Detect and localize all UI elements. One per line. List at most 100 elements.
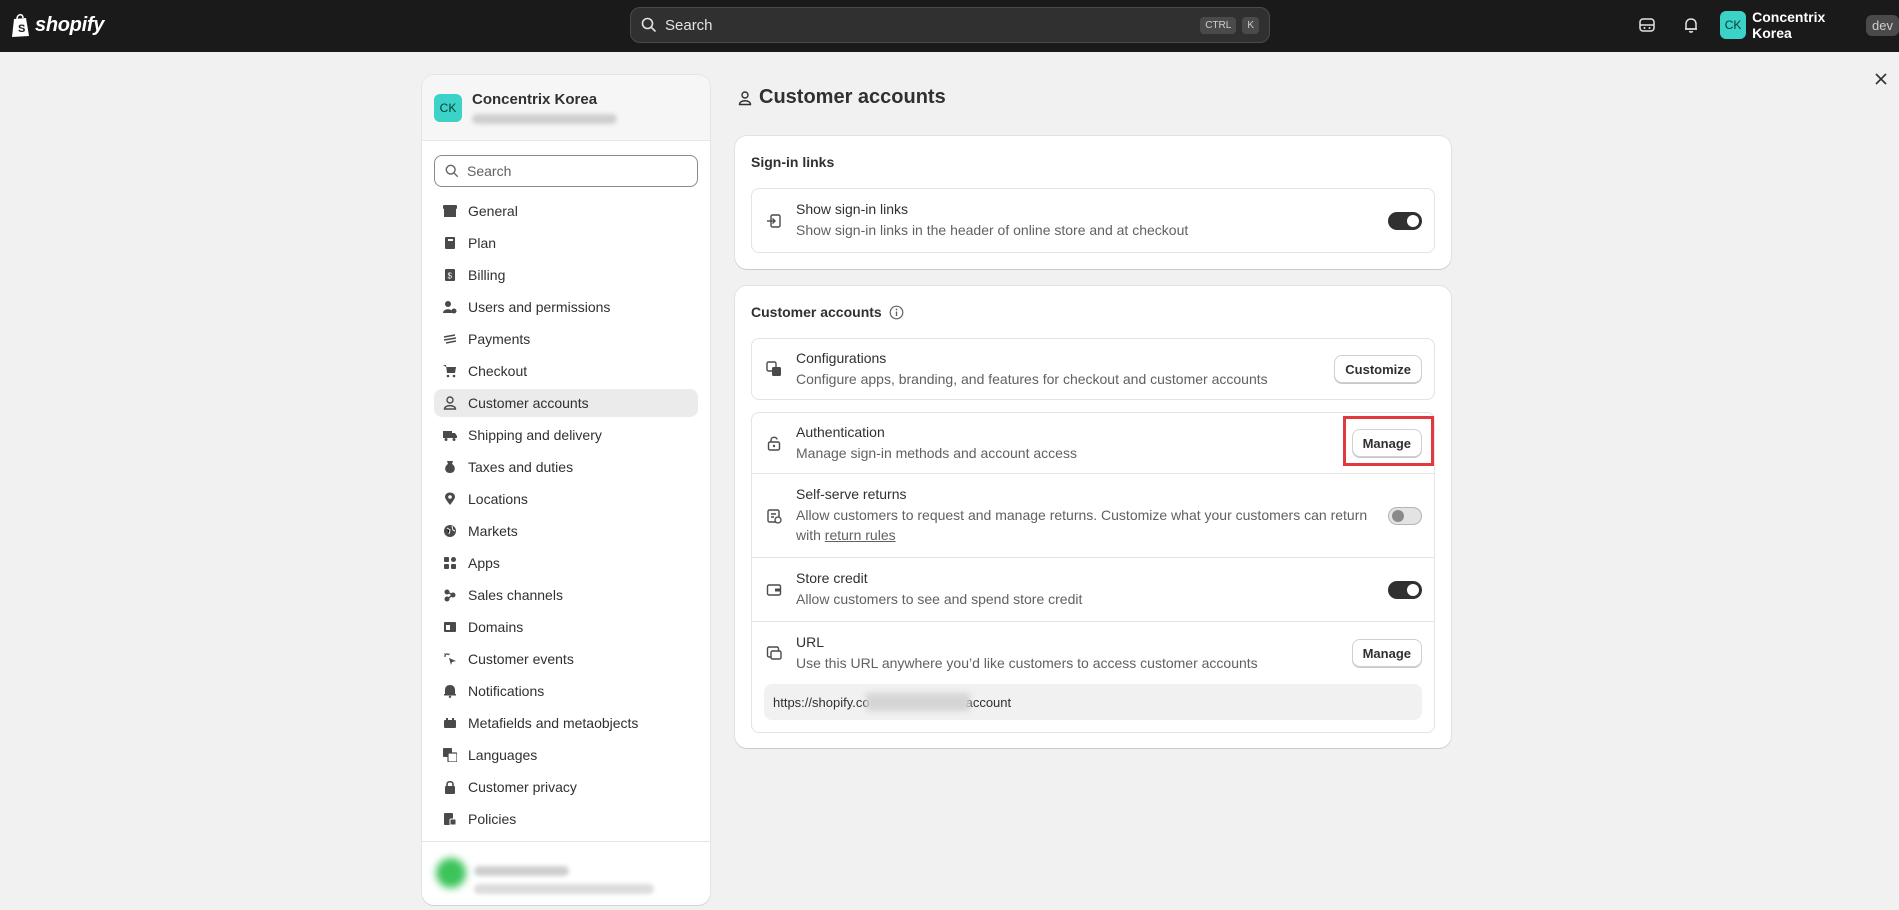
- sidebar-item-markets[interactable]: Markets: [434, 517, 698, 545]
- url-row: URL Use this URL anywhere you’d like cus…: [752, 622, 1434, 684]
- metafields-icon: [442, 715, 458, 731]
- account-settings-box: Authentication Manage sign-in methods an…: [751, 412, 1435, 733]
- person-icon: [738, 90, 752, 105]
- tax-icon: [442, 459, 458, 475]
- sidekick-icon[interactable]: [1636, 14, 1658, 36]
- sidebar-item-users[interactable]: Users and permissions: [434, 293, 698, 321]
- policies-icon: [442, 811, 458, 827]
- sidebar-item-label: Checkout: [468, 363, 528, 379]
- sidebar-item-payments[interactable]: Payments: [434, 325, 698, 353]
- url-suffix: account: [965, 694, 1012, 710]
- channels-icon: [442, 587, 458, 603]
- settings-sidebar: CK Concentrix Korea Search General Plan …: [422, 75, 710, 905]
- store-credit-toggle[interactable]: [1388, 580, 1422, 599]
- sidebar-item-customer-privacy[interactable]: Customer privacy: [434, 773, 698, 801]
- sidebar-item-label: Payments: [468, 331, 531, 347]
- sidebar-item-label: General: [468, 203, 518, 219]
- row-description: Allow customers to see and spend store c…: [796, 591, 1083, 607]
- sidebar-item-metafields[interactable]: Metafields and metaobjects: [434, 709, 698, 737]
- page-title-text: Customer accounts: [759, 86, 946, 108]
- sidebar-item-billing[interactable]: $ Billing: [434, 261, 698, 289]
- redacted-url-part: [865, 693, 970, 711]
- row-title: Self-serve returns: [796, 486, 907, 502]
- sidebar-item-plan[interactable]: Plan: [434, 229, 698, 257]
- shopify-logo[interactable]: S shopify: [10, 12, 104, 38]
- sidebar-item-label: Users and permissions: [468, 299, 611, 315]
- sidebar-item-checkout[interactable]: Checkout: [434, 357, 698, 385]
- customize-button[interactable]: Customize: [1334, 355, 1422, 383]
- url-prefix: https://shopify.co: [773, 694, 870, 710]
- info-icon[interactable]: [889, 305, 904, 320]
- sidebar-item-taxes[interactable]: Taxes and duties: [434, 453, 698, 481]
- apps-icon: [442, 555, 458, 571]
- authentication-row: Authentication Manage sign-in methods an…: [752, 413, 1434, 473]
- store-switcher[interactable]: CK Concentrix Korea dev: [1720, 9, 1899, 41]
- sidebar-item-domains[interactable]: Domains: [434, 613, 698, 641]
- settings-search-input[interactable]: Search: [434, 155, 698, 187]
- url-manage-button[interactable]: Manage: [1351, 639, 1422, 667]
- show-signin-links-toggle[interactable]: [1388, 211, 1422, 230]
- users-icon: [442, 299, 458, 315]
- page-title: Customer accounts: [737, 86, 946, 109]
- settings-search-placeholder: Search: [467, 163, 512, 179]
- store-avatar: CK: [434, 93, 462, 122]
- sidebar-item-customer-accounts[interactable]: Customer accounts: [434, 389, 698, 417]
- sidebar-item-policies[interactable]: Policies: [434, 805, 698, 833]
- sidebar-item-label: Notifications: [468, 683, 545, 699]
- svg-text:$: $: [448, 272, 453, 281]
- truck-icon: [442, 427, 458, 443]
- sidebar-item-customer-events[interactable]: Customer events: [434, 645, 698, 673]
- customer-accounts-card: Customer accounts Configurations Configu…: [735, 286, 1451, 748]
- redacted-email: [472, 114, 617, 124]
- sidebar-item-apps[interactable]: Apps: [434, 549, 698, 577]
- store-credit-row: Store credit Allow customers to see and …: [752, 557, 1434, 621]
- row-title: Authentication: [796, 423, 885, 440]
- sidebar-item-languages[interactable]: Languages: [434, 741, 698, 769]
- highlight-box: [1343, 416, 1434, 466]
- signin-arrow-icon: [764, 211, 784, 231]
- return-rules-link[interactable]: return rules: [825, 527, 896, 543]
- global-search-input[interactable]: Search CTRL K: [630, 7, 1270, 43]
- globe-icon: [442, 523, 458, 539]
- search-icon: [641, 17, 657, 33]
- sidebar-item-label: Customer accounts: [468, 395, 589, 411]
- wallet-icon: [764, 580, 784, 600]
- sidebar-item-label: Billing: [468, 267, 506, 283]
- sidebar-item-shipping[interactable]: Shipping and delivery: [434, 421, 698, 449]
- row-title: Store credit: [796, 570, 868, 586]
- domains-icon: [442, 619, 458, 635]
- search-icon: [445, 164, 459, 178]
- row-description: Allow customers to request and manage re…: [796, 505, 1388, 545]
- sidebar-store-header: CK Concentrix Korea: [422, 75, 710, 141]
- url-section: URL Use this URL anywhere you’d like cus…: [752, 621, 1434, 720]
- lock-open-icon: [764, 433, 784, 453]
- customer-accounts-url-field[interactable]: https://shopify.co account: [764, 684, 1422, 720]
- shopify-bag-icon: S: [12, 13, 29, 37]
- sidebar-item-label: Taxes and duties: [468, 459, 574, 475]
- dev-badge: dev: [1866, 14, 1899, 36]
- show-signin-links-row: Show sign-in links Show sign-in links in…: [752, 189, 1434, 252]
- sidebar-item-label: Locations: [468, 491, 528, 507]
- configurations-box: Configurations Configure apps, branding,…: [751, 338, 1435, 400]
- close-settings-button[interactable]: [1868, 66, 1894, 92]
- person-icon: [442, 395, 458, 411]
- card-title: Sign-in links: [751, 154, 835, 170]
- sidebar-item-notifications[interactable]: Notifications: [434, 677, 698, 705]
- url-icon: [764, 643, 784, 663]
- sidebar-item-locations[interactable]: Locations: [434, 485, 698, 513]
- sidebar-item-sales-channels[interactable]: Sales channels: [434, 581, 698, 609]
- sidebar-item-general[interactable]: General: [434, 197, 698, 225]
- sidebar-item-label: Policies: [468, 811, 517, 827]
- shortcut-key-k: K: [1242, 16, 1259, 34]
- row-description: Use this URL anywhere you’d like custome…: [796, 654, 1258, 671]
- redacted-user-name: [474, 866, 569, 876]
- configurations-row: Configurations Configure apps, branding,…: [752, 339, 1434, 399]
- sidebar-user-footer[interactable]: [422, 841, 710, 905]
- self-serve-returns-toggle[interactable]: [1388, 506, 1422, 525]
- bell-icon[interactable]: [1680, 14, 1702, 36]
- location-icon: [442, 491, 458, 507]
- row-title: Configurations: [796, 349, 887, 366]
- row-description: Show sign-in links in the header of onli…: [796, 222, 1189, 238]
- card-title: Customer accounts: [751, 304, 882, 320]
- redacted-user-email: [474, 884, 654, 894]
